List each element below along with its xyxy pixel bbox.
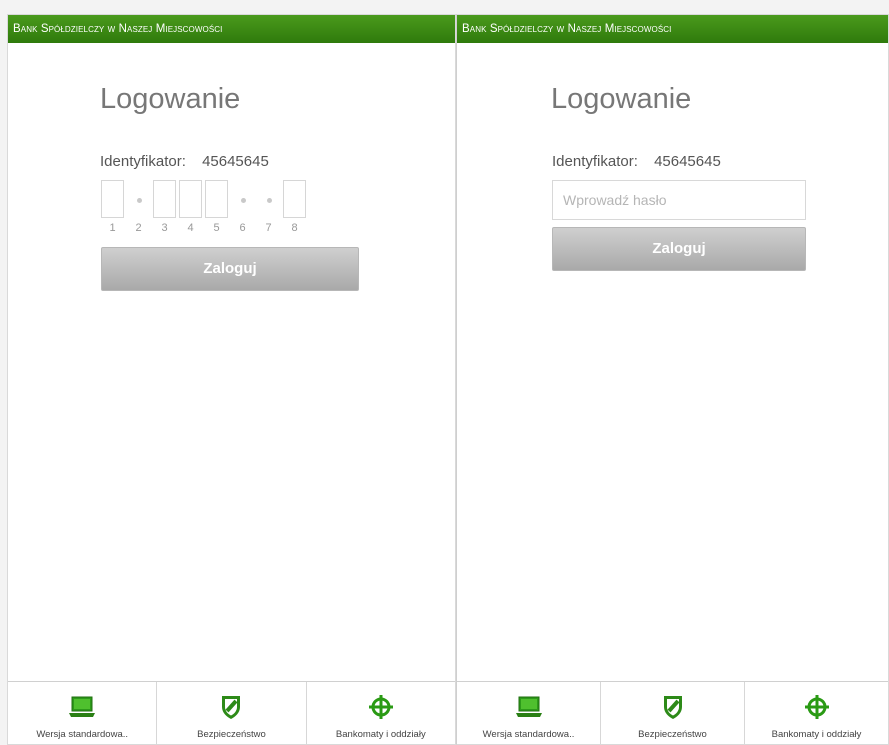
pin-position-number: 3 — [161, 222, 168, 234]
identifier-label: Identyfikator: — [552, 153, 638, 170]
identifier-row: Identyfikator: 45645645 — [100, 153, 269, 170]
footer-item-atms-branches[interactable]: Bankomaty i oddziały — [307, 682, 455, 744]
laptop-icon — [515, 696, 542, 717]
identifier-label: Identyfikator: — [100, 153, 186, 170]
bank-header: Bank Spółdzielczy w Naszej Miejscowości — [457, 15, 888, 43]
pin-cell-input[interactable] — [283, 180, 306, 218]
pin-cell-masked — [231, 180, 254, 218]
pin-cell-input[interactable] — [205, 180, 228, 218]
crosshair-icon — [368, 695, 393, 719]
pin-position-number: 6 — [239, 222, 246, 234]
bank-header: Bank Spółdzielczy w Naszej Miejscowości — [8, 15, 455, 43]
identifier-value: 45645645 — [202, 153, 269, 170]
pin-cell-masked — [127, 180, 150, 218]
pin-cell-input[interactable] — [153, 180, 176, 218]
laptop-icon — [69, 696, 96, 717]
pin-position-numbers: 1 2 3 4 5 6 7 8 — [101, 222, 306, 234]
password-input[interactable] — [552, 180, 806, 220]
pin-cell-input[interactable] — [179, 180, 202, 218]
login-button[interactable]: Zaloguj — [101, 247, 359, 291]
footer-item-standard-version[interactable]: Wersja standardowa.. — [8, 682, 158, 744]
footer-label: Wersja standardowa.. — [36, 729, 129, 740]
footer-label: Wersja standardowa.. — [482, 729, 575, 740]
footer-label: Bankomaty i oddziały — [335, 729, 426, 740]
footer-item-standard-version[interactable]: Wersja standardowa.. — [457, 682, 601, 744]
pin-position-number: 7 — [265, 222, 272, 234]
pin-position-number: 5 — [213, 222, 220, 234]
shield-icon — [663, 696, 682, 719]
page-title: Logowanie — [551, 83, 692, 115]
login-screen-password: Bank Spółdzielczy w Naszej Miejscowości … — [456, 14, 889, 745]
pin-cell-masked — [257, 180, 280, 218]
footer-item-security[interactable]: Bezpieczeństwo — [601, 682, 745, 744]
footer-item-security[interactable]: Bezpieczeństwo — [157, 682, 307, 744]
pin-position-number: 1 — [109, 222, 116, 234]
footer-item-atms-branches[interactable]: Bankomaty i oddziały — [745, 682, 888, 744]
pin-position-number: 2 — [135, 222, 142, 234]
page-title: Logowanie — [100, 83, 241, 115]
login-button[interactable]: Zaloguj — [552, 227, 806, 271]
pin-position-number: 8 — [291, 222, 298, 234]
footer-nav: Wersja standardowa.. Bezpieczeństwo Bank… — [8, 681, 455, 744]
crosshair-icon — [804, 695, 829, 719]
login-screen-pin: Bank Spółdzielczy w Naszej Miejscowości … — [7, 14, 456, 745]
pin-position-number: 4 — [187, 222, 194, 234]
shield-icon — [222, 696, 241, 719]
identifier-row: Identyfikator: 45645645 — [552, 153, 721, 170]
footer-label: Bezpieczeństwo — [638, 729, 707, 740]
pin-input-row — [101, 180, 306, 218]
footer-label: Bezpieczeństwo — [197, 729, 266, 740]
pin-cell-input[interactable] — [101, 180, 124, 218]
footer-label: Bankomaty i oddziały — [771, 729, 862, 740]
footer-nav: Wersja standardowa.. Bezpieczeństwo Bank… — [457, 681, 888, 744]
identifier-value: 45645645 — [654, 153, 721, 170]
